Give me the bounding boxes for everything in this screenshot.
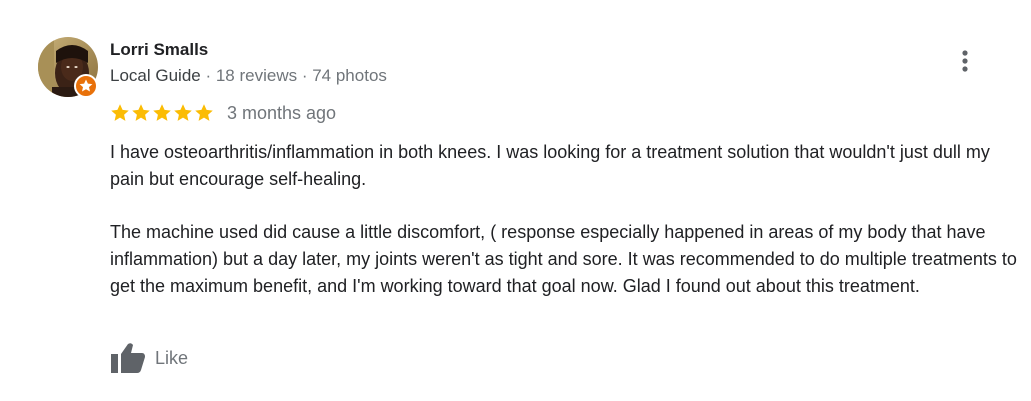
local-guide-star-icon [74,74,98,98]
star-icon [111,104,129,121]
reviews-count: 18 reviews [215,66,298,85]
reviewer-meta[interactable]: Local Guide · 18 reviews · 74 photos [110,66,387,86]
thumb-up-icon [111,343,145,373]
like-label: Like [155,347,189,368]
rating-row: 3 months ago [110,101,336,125]
more-vert-icon [962,50,968,72]
meta-separator: · [297,66,313,85]
review-paragraph: I have osteoarthritis/inflammation in bo… [110,142,990,189]
meta-separator: · [200,66,216,85]
review-time: 3 months ago [227,103,337,123]
review-text: I have osteoarthritis/inflammation in bo… [110,139,1020,300]
star-icon [132,104,150,121]
reviewer-name[interactable]: Lorri Smalls [110,40,208,60]
local-guide-label: Local Guide [110,66,201,85]
photos-count: 74 photos [312,66,387,85]
star-rating [110,103,214,123]
star-icon [195,104,213,121]
star-icon [153,104,171,121]
review-card: Lorri Smalls Local Guide · 18 reviews · … [0,0,1031,401]
star-icon [174,104,192,121]
review-paragraph: The machine used did cause a little disc… [110,222,1017,296]
like-button[interactable]: Like [110,341,188,375]
more-options-button[interactable] [950,46,980,76]
